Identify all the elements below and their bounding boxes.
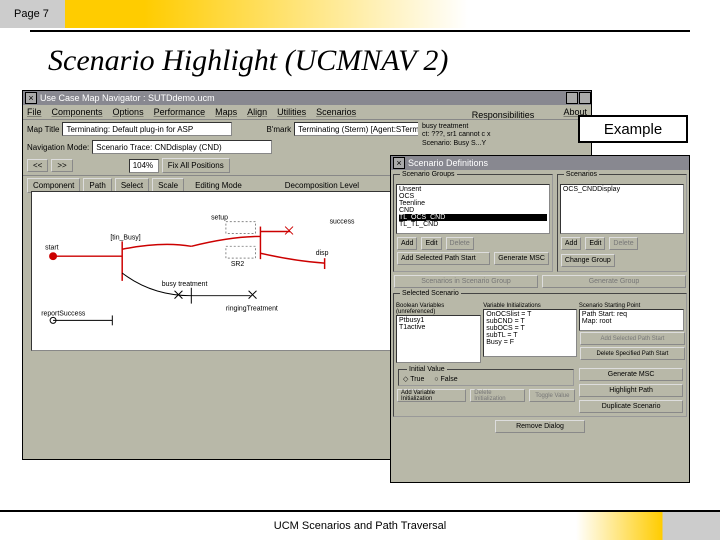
list-item[interactable]: CND bbox=[399, 207, 547, 214]
list-item[interactable]: OCS_CNDDisplay bbox=[563, 186, 681, 193]
slide-title: Scenario Highlight (UCMNAV 2) bbox=[48, 44, 720, 78]
menu-options[interactable]: Options bbox=[113, 107, 144, 117]
maximize-icon[interactable] bbox=[579, 92, 591, 104]
svg-text:busy treatment: busy treatment bbox=[162, 281, 208, 288]
menu-scenarios[interactable]: Scenarios bbox=[316, 107, 356, 117]
list-item[interactable]: subTL = T bbox=[486, 332, 574, 339]
highlight-path-button[interactable]: Highlight Path bbox=[579, 384, 683, 397]
generate-msc-button[interactable]: Generate MSC bbox=[494, 252, 549, 265]
add-selected-path-start-button[interactable]: Add Selected Path Start bbox=[397, 252, 490, 265]
example-button[interactable]: Example bbox=[578, 115, 688, 143]
list-item[interactable]: Map: root bbox=[582, 318, 681, 325]
scenario-groups-list[interactable]: Unsent OCS Teenline CND TL_OCS_CND TL_TL… bbox=[396, 184, 550, 234]
bmark-label: B'mark bbox=[266, 125, 291, 134]
responsibilities-header: Responsibilities bbox=[418, 109, 588, 121]
remove-dialog-button[interactable]: Remove Dialog bbox=[495, 420, 585, 433]
add-button[interactable]: Add bbox=[397, 237, 417, 250]
add-selected-path-start-button[interactable]: Add Selected Path Start bbox=[580, 332, 685, 345]
svg-text:start: start bbox=[45, 244, 59, 251]
resp-line3: Scenario: Busy S...Y bbox=[422, 140, 584, 148]
zoom-field[interactable]: 104% bbox=[129, 159, 159, 173]
start-point-list[interactable]: Path Start: req Map: root bbox=[579, 309, 684, 331]
menu-performance[interactable]: Performance bbox=[154, 107, 206, 117]
close-icon[interactable]: × bbox=[25, 92, 37, 104]
toggle-value-button[interactable]: Toggle Value bbox=[529, 389, 575, 402]
generate-group-button[interactable]: Generate Group bbox=[542, 275, 686, 288]
menu-maps[interactable]: Maps bbox=[215, 107, 237, 117]
edit-button[interactable]: Edit bbox=[585, 237, 605, 250]
list-item[interactable]: subOCS = T bbox=[486, 325, 574, 332]
svg-text:reportSuccess: reportSuccess bbox=[41, 310, 86, 317]
tool-next[interactable]: >> bbox=[51, 159, 72, 172]
delete-init-button[interactable]: Delete Initialization bbox=[470, 389, 525, 402]
scenarios-label: Scenarios bbox=[564, 171, 599, 178]
footer: UCM Scenarios and Path Traversal bbox=[0, 510, 720, 540]
close-icon[interactable]: × bbox=[393, 157, 405, 169]
bool-vars-list[interactable]: Ptbusy1 T1active bbox=[396, 315, 481, 363]
duplicate-scenario-button[interactable]: Duplicate Scenario bbox=[579, 400, 683, 413]
add-variable-init-button[interactable]: Add Variable Initialization bbox=[397, 389, 466, 402]
list-item[interactable]: Teenline bbox=[399, 200, 547, 207]
tool-prev[interactable]: << bbox=[27, 159, 48, 172]
responsibilities-panel: Responsibilities busy treatment ct: ???,… bbox=[418, 109, 588, 161]
nav-mode-label: Navigation Mode: bbox=[27, 143, 89, 152]
list-item[interactable]: subCND = T bbox=[486, 318, 574, 325]
list-item[interactable]: OnOCSlist = T bbox=[486, 311, 574, 318]
change-group-button[interactable]: Change Group bbox=[561, 254, 615, 267]
scen-window-title: Scenario Definitions bbox=[408, 158, 488, 168]
list-item[interactable]: TL_OCS_CND bbox=[399, 214, 547, 221]
svg-text:ringingTreatment: ringingTreatment bbox=[226, 306, 278, 313]
delete-specified-path-start-button[interactable]: Delete Specified Path Start bbox=[580, 347, 685, 360]
ucm-diagram: start [tin_Busy] busy treatment ringingT… bbox=[31, 191, 401, 351]
scenarios-in-group-button[interactable]: Scenarios in Scenario Group bbox=[394, 275, 538, 288]
bool-vars-label: Boolean Variables (unreferenced) bbox=[396, 303, 481, 315]
generate-msc-button[interactable]: Generate MSC bbox=[579, 368, 683, 381]
list-item[interactable]: Busy = F bbox=[486, 339, 574, 346]
add-button[interactable]: Add bbox=[561, 237, 581, 250]
list-item[interactable]: Path Start: req bbox=[582, 311, 681, 318]
scenario-groups-label: Scenario Groups bbox=[400, 171, 457, 178]
resp-line1: busy treatment bbox=[422, 123, 584, 131]
fix-positions-button[interactable]: Fix All Positions bbox=[162, 158, 230, 173]
scenarios-list[interactable]: OCS_CNDDisplay bbox=[560, 184, 684, 234]
list-item[interactable]: Ptbusy1 bbox=[399, 317, 478, 324]
nav-window-title: Use Case Map Navigator : SUTDdemo.ucm bbox=[40, 93, 215, 103]
nav-mode-field[interactable]: Scenario Trace: CNDdisplay (CND) bbox=[92, 140, 272, 154]
svg-text:success: success bbox=[330, 219, 355, 226]
scenario-definitions-window: × Scenario Definitions Scenario Groups U… bbox=[390, 155, 690, 483]
map-title-label: Map Title bbox=[27, 125, 59, 134]
false-radio[interactable]: ○ False bbox=[434, 376, 457, 383]
menu-align[interactable]: Align bbox=[247, 107, 267, 117]
svg-text:disp: disp bbox=[316, 250, 329, 257]
edit-button[interactable]: Edit bbox=[421, 237, 441, 250]
selected-scenario-label: Selected Scenario bbox=[400, 290, 461, 297]
editing-mode-label: Editing Mode bbox=[195, 181, 242, 190]
menu-components[interactable]: Components bbox=[52, 107, 103, 117]
list-item[interactable]: TL_TL_CND bbox=[399, 221, 547, 228]
nav-titlebar: × Use Case Map Navigator : SUTDdemo.ucm bbox=[23, 91, 591, 105]
list-item[interactable]: T1active bbox=[399, 324, 478, 331]
delete-button[interactable]: Delete bbox=[446, 237, 474, 250]
var-init-list[interactable]: OnOCSlist = T subCND = T subOCS = T subT… bbox=[483, 309, 577, 357]
initial-value-label: Initial Value bbox=[407, 366, 447, 373]
minimize-icon[interactable] bbox=[566, 92, 578, 104]
page-number: Page 7 bbox=[14, 8, 49, 20]
menu-utilities[interactable]: Utilities bbox=[277, 107, 306, 117]
delete-button[interactable]: Delete bbox=[609, 237, 637, 250]
map-title-field[interactable]: Terminating: Default plug-in for ASP bbox=[62, 122, 232, 136]
decomp-label: Decomposition Level bbox=[285, 181, 359, 190]
svg-text:SR2: SR2 bbox=[231, 261, 245, 268]
svg-text:setup: setup bbox=[211, 215, 228, 222]
list-item[interactable]: Unsent bbox=[399, 186, 547, 193]
true-radio[interactable]: ◇ True bbox=[403, 376, 424, 383]
svg-text:[tin_Busy]: [tin_Busy] bbox=[110, 234, 140, 241]
footer-text: UCM Scenarios and Path Traversal bbox=[274, 520, 446, 532]
list-item[interactable]: OCS bbox=[399, 193, 547, 200]
scen-titlebar: × Scenario Definitions bbox=[391, 156, 689, 170]
menu-file[interactable]: File bbox=[27, 107, 42, 117]
resp-line2: ct: ???, sr1 cannot c x bbox=[422, 131, 584, 139]
top-rule bbox=[30, 30, 690, 32]
